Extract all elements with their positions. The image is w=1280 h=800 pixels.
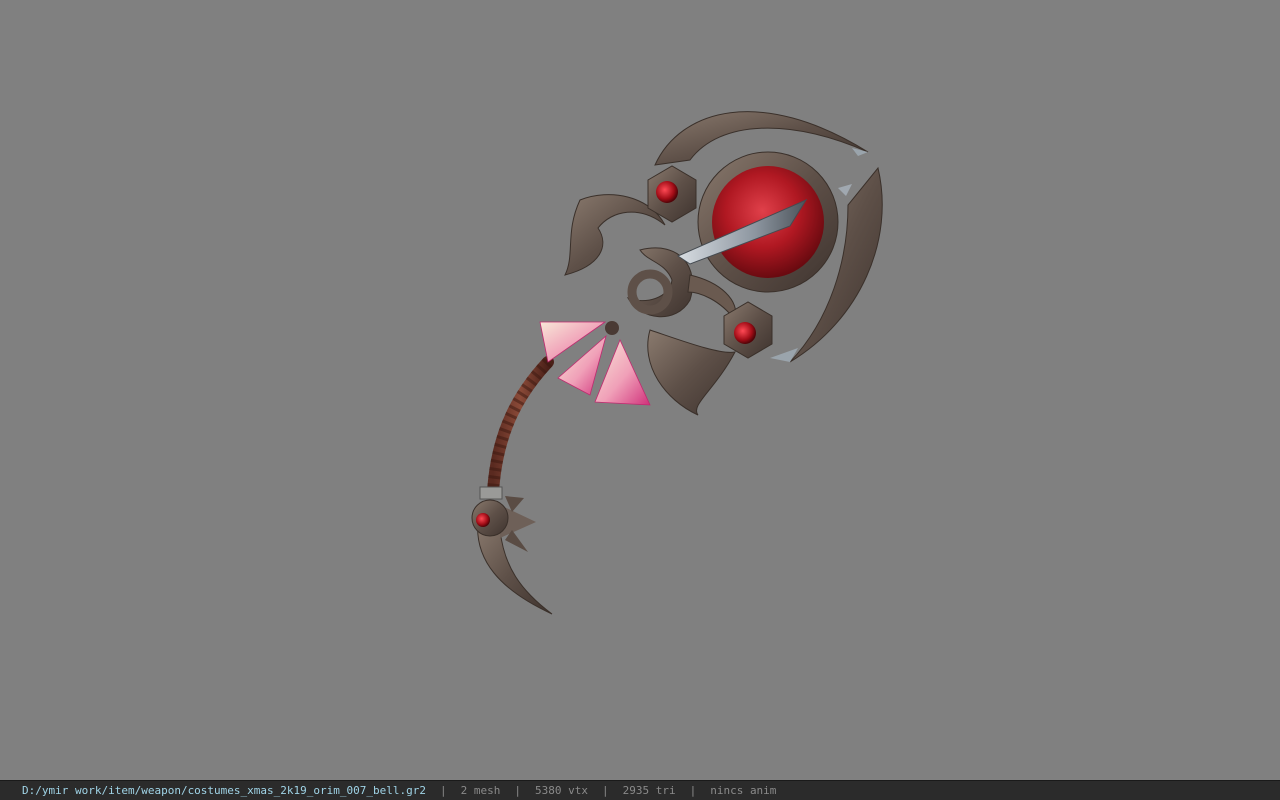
separator: | <box>514 784 521 797</box>
separator: | <box>601 784 609 797</box>
animation-status: nincs anim <box>710 784 777 797</box>
3d-viewport[interactable] <box>0 0 1280 780</box>
vertex-count: 5380 vtx <box>534 784 588 797</box>
separator: | <box>689 784 697 797</box>
separator: | <box>439 784 447 797</box>
file-path: D:/ymir work/item/weapon/costumes_xmas_2… <box>22 784 426 797</box>
triangle-count: 2935 tri <box>622 784 676 797</box>
status-bar: D:/ymir work/item/weapon/costumes_xmas_2… <box>0 780 1280 800</box>
weapon-model-render <box>471 111 883 615</box>
mesh-count: 2 mesh <box>460 784 501 797</box>
